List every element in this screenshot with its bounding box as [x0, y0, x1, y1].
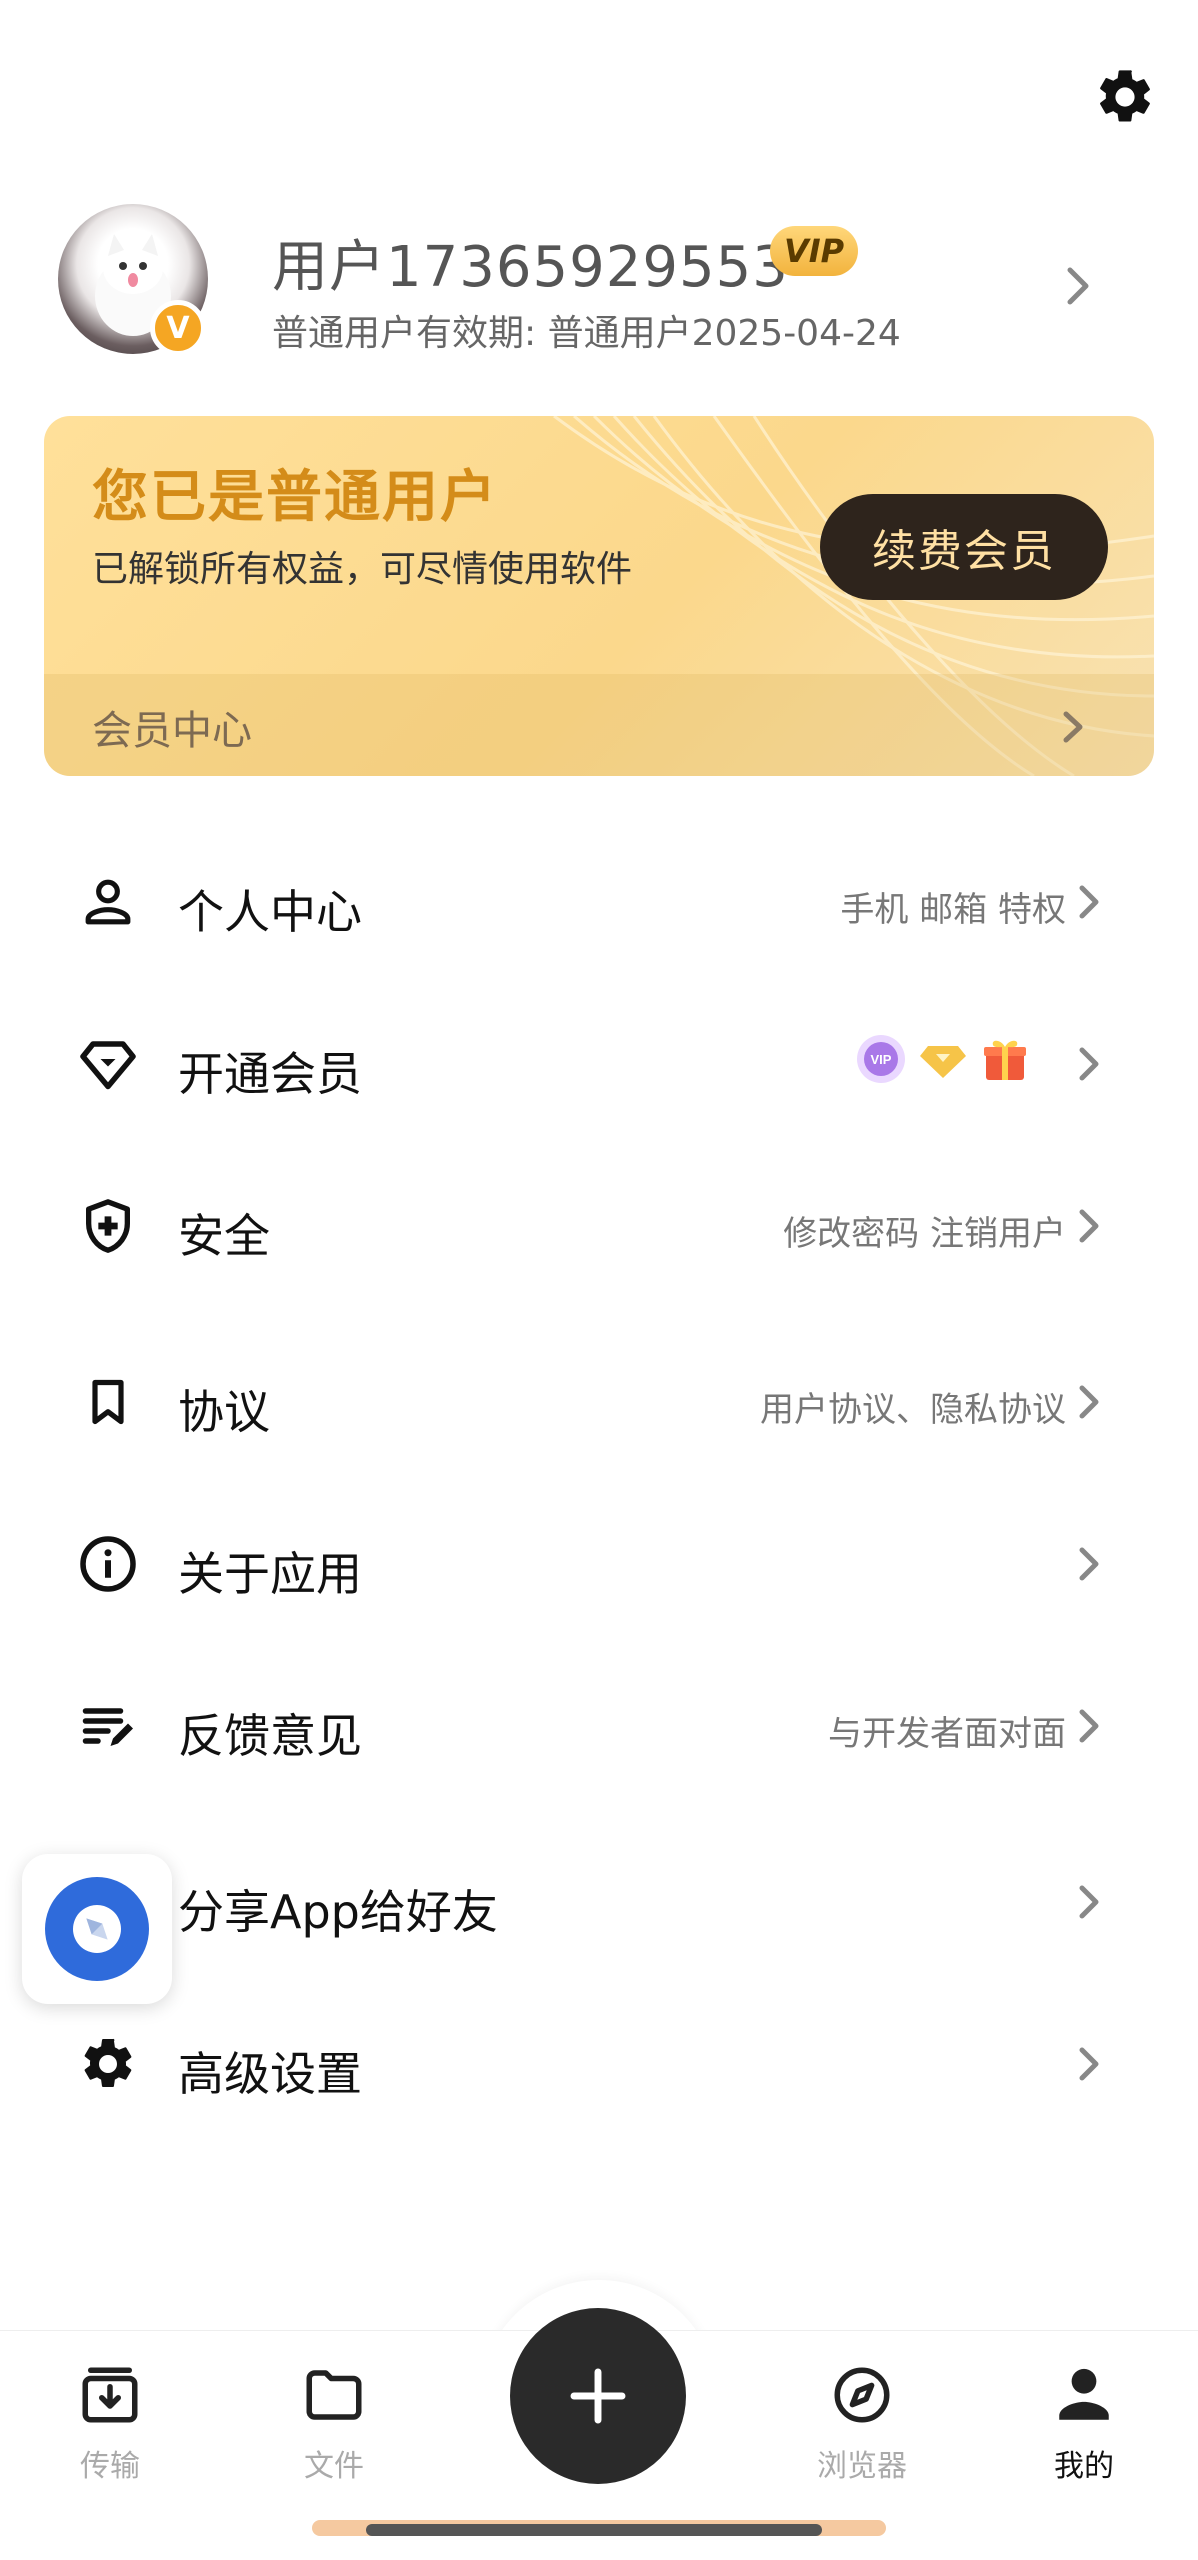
gift-icon [984, 1040, 1026, 1080]
menu-item-label: 关于应用 [178, 1547, 362, 1601]
plus-icon [570, 2368, 626, 2424]
person-icon [1059, 2368, 1109, 2420]
compass-icon [73, 1905, 121, 1953]
menu-item-advanced-settings[interactable]: 高级设置 [0, 1994, 1198, 2134]
menu-item-share[interactable]: 分享App给好友 [0, 1832, 1198, 1972]
chevron-right-icon [1079, 1209, 1099, 1243]
menu-item-label: 协议 [178, 1385, 270, 1439]
edit-list-icon [82, 1708, 133, 1746]
vip-badge: VIP [770, 226, 858, 276]
svg-text:VIP: VIP [871, 1052, 892, 1067]
menu-item-label: 开通会员 [178, 1047, 362, 1101]
tab-mine[interactable]: 我的 [1004, 2355, 1164, 2505]
member-badges: VIP [856, 1034, 1030, 1084]
menu-item-security[interactable]: 安全 修改密码 注销用户 [0, 1156, 1198, 1296]
menu-item-hint: 与开发者面对面 [828, 1714, 1066, 1754]
chevron-right-icon [1063, 711, 1083, 743]
menu-item-hint: 手机 邮箱 特权 [840, 890, 1066, 930]
validity-text: 普通用户有效期: 普通用户2025-04-24 [272, 313, 901, 354]
compass-icon [834, 2367, 890, 2423]
chevron-right-icon [1067, 267, 1089, 305]
tab-label: 文件 [304, 2449, 364, 2484]
gear-icon [1100, 70, 1150, 122]
gear-icon [84, 2038, 132, 2087]
floating-browser-button[interactable] [22, 1854, 172, 2004]
menu-item-agreements[interactable]: 协议 用户协议、隐私协议 [0, 1332, 1198, 1472]
username: 用户17365929553 [272, 235, 789, 300]
tab-transfer[interactable]: 传输 [30, 2355, 190, 2505]
info-icon [80, 1536, 136, 1592]
tab-browser[interactable]: 浏览器 [782, 2355, 942, 2505]
menu-item-about[interactable]: 关于应用 [0, 1494, 1198, 1634]
chevron-right-icon [1079, 1885, 1099, 1919]
chevron-right-icon [1079, 885, 1099, 919]
tab-label: 浏览器 [817, 2449, 907, 2484]
menu-item-hint: 用户协议、隐私协议 [760, 1390, 1066, 1430]
menu-item-label: 反馈意见 [178, 1709, 362, 1763]
renew-membership-button[interactable]: 续费会员 [820, 494, 1108, 600]
chevron-right-icon [1079, 1709, 1099, 1743]
settings-button[interactable] [1090, 62, 1160, 132]
tab-label: 我的 [1054, 2449, 1114, 2484]
menu-item-label: 高级设置 [178, 2047, 362, 2101]
folder-icon [306, 2370, 362, 2420]
chevron-right-icon [1079, 1385, 1099, 1419]
chevron-right-icon [1079, 1547, 1099, 1581]
tab-files[interactable]: 文件 [254, 2355, 414, 2505]
person-icon [85, 879, 131, 925]
download-box-icon [82, 2367, 138, 2423]
vip-subtitle: 已解锁所有权益，可尽情使用软件 [92, 549, 633, 590]
shield-icon [86, 1199, 130, 1253]
chevron-right-icon [1079, 2047, 1099, 2081]
menu-item-membership[interactable]: 开通会员 VIP [0, 994, 1198, 1134]
home-indicator[interactable] [366, 2524, 822, 2536]
add-button[interactable] [510, 2308, 686, 2484]
menu-item-label: 安全 [178, 1209, 270, 1263]
member-center-link[interactable]: 会员中心 [44, 674, 1154, 776]
diamond-icon [80, 1041, 136, 1090]
menu-item-label: 个人中心 [178, 885, 362, 939]
bookmark-icon [92, 1379, 124, 1425]
chevron-right-icon [1079, 1047, 1099, 1081]
avatar[interactable]: V [58, 204, 208, 356]
vip-status-card: 您已是普通用户 已解锁所有权益，可尽情使用软件 续费会员 会员中心 [44, 416, 1154, 776]
menu-item-hint: 修改密码 注销用户 [783, 1214, 1066, 1254]
verified-badge: V [150, 300, 206, 356]
menu-item-label: 分享App给好友 [178, 1885, 498, 1939]
diamond-badge-icon [920, 1046, 966, 1078]
menu-item-personal-center[interactable]: 个人中心 手机 邮箱 特权 [0, 832, 1198, 972]
menu-item-feedback[interactable]: 反馈意见 与开发者面对面 [0, 1656, 1198, 1796]
profile-header[interactable]: V 用户17365929553 VIP 普通用户有效期: 普通用户2025-04… [58, 204, 1138, 364]
tab-label: 传输 [80, 2449, 140, 2484]
vip-badge-icon: VIP [857, 1035, 905, 1083]
member-center-label: 会员中心 [92, 708, 252, 754]
vip-title: 您已是普通用户 [92, 465, 498, 530]
